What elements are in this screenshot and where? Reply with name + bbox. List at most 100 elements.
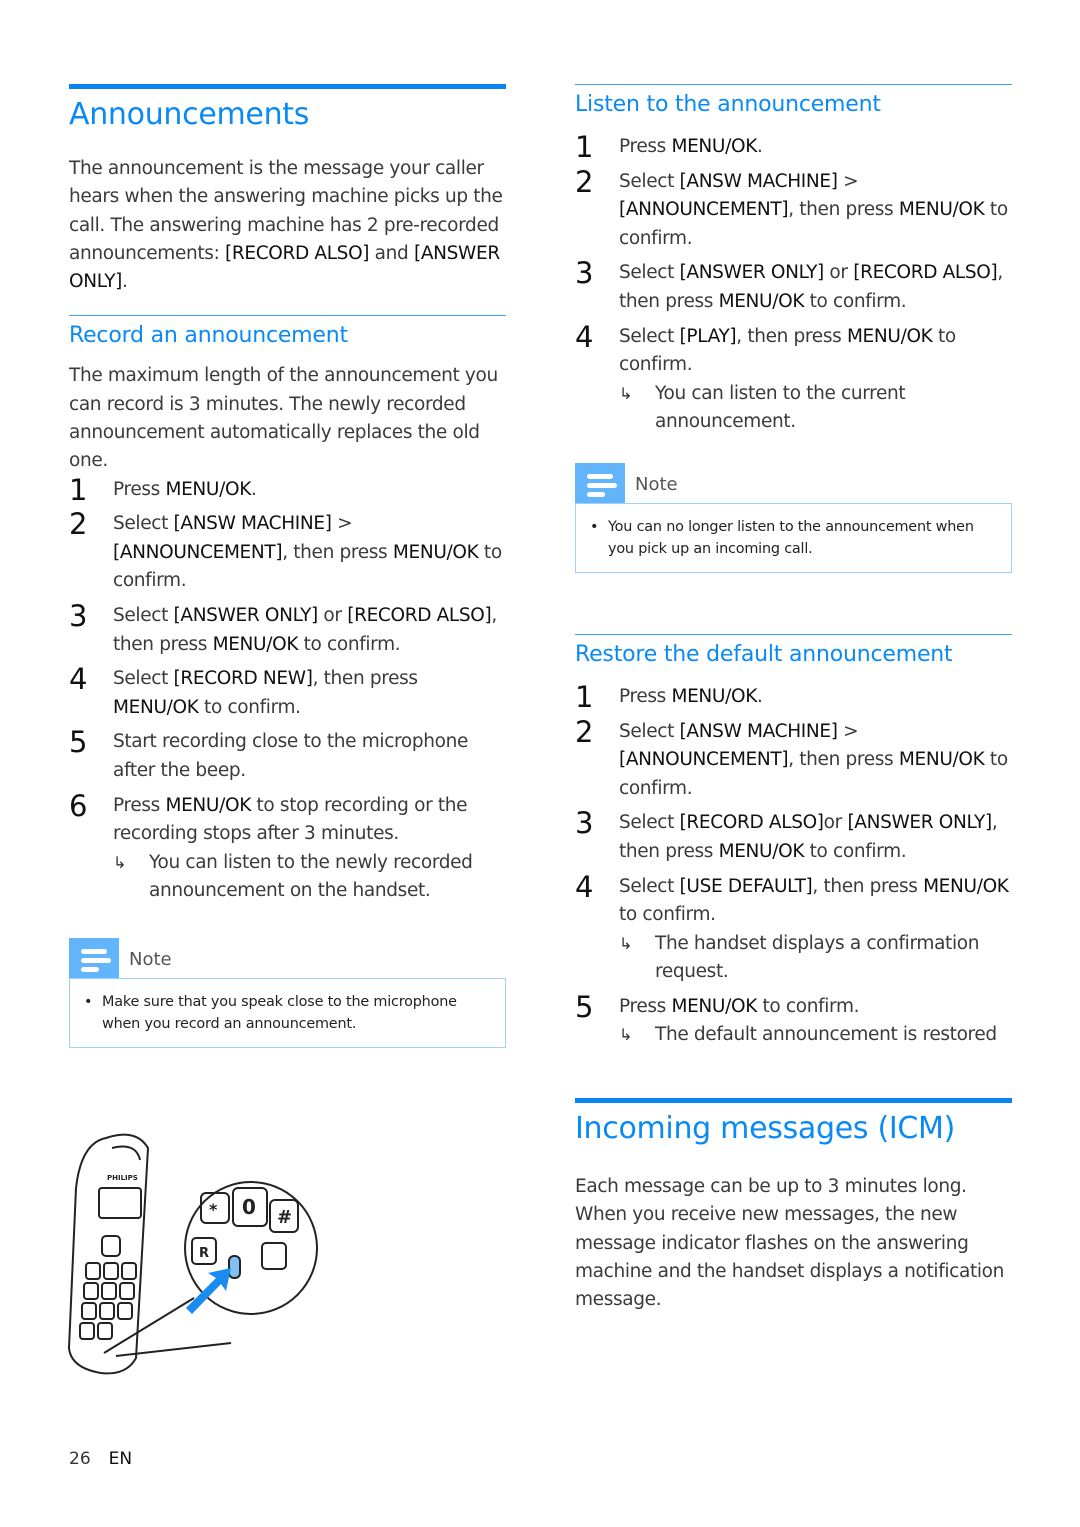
text: > xyxy=(837,720,859,742)
text: to confirm. xyxy=(198,696,301,718)
keyword: [ANNOUNCEMENT] xyxy=(113,541,283,563)
keyword: MENU/OK xyxy=(671,995,757,1017)
announcements-intro: The announcement is the message your cal… xyxy=(69,155,506,296)
keyword: [RECORD ALSO] xyxy=(225,242,370,264)
step-number: 3 xyxy=(575,256,594,291)
result-text: You can listen to the current announceme… xyxy=(655,382,906,433)
right-column: Listen to the announcement 1 Press MENU/O… xyxy=(575,84,1012,1315)
result-text: You can listen to the newly recorded ann… xyxy=(149,851,473,902)
subsection-title-listen: Listen to the announcement xyxy=(575,92,881,117)
keyword: MENU/OK xyxy=(846,325,933,347)
keyword: [RECORD ALSO] xyxy=(853,262,998,284)
step-number: 2 xyxy=(575,164,594,199)
keyword: [PLAY] xyxy=(679,325,737,347)
step-number: 3 xyxy=(69,599,88,634)
text: Start recording close to the microphone … xyxy=(113,731,468,782)
result-arrow-icon: ↳ xyxy=(619,1025,633,1045)
language-code: EN xyxy=(108,1449,133,1469)
subsection-rule xyxy=(575,84,1012,85)
keyword: MENU/OK xyxy=(718,840,805,862)
keyword: MENU/OK xyxy=(392,541,479,563)
section-rule xyxy=(575,1098,1012,1104)
record-steps: 1 Press MENU/OK. 2 Select [ANSW MACHINE] > … xyxy=(69,472,506,906)
keyword: [ANSW MACHINE] xyxy=(679,170,838,192)
listen-steps: 1 Press MENU/OK. 2 Select [ANSW MACHINE] > … xyxy=(575,130,1012,437)
svg-text:#: # xyxy=(277,1207,292,1228)
text: and xyxy=(369,242,414,264)
step-result: ↳ You can listen to the current announcem… xyxy=(619,380,1012,437)
note-box: Make sure that you speak close to the mi… xyxy=(69,977,506,1048)
step-number: 1 xyxy=(69,472,88,507)
step-item: 1 Press MENU/OK. xyxy=(69,472,506,507)
text: . xyxy=(757,136,763,157)
keyword: MENU/OK xyxy=(671,136,757,157)
text: to confirm. xyxy=(298,633,401,655)
keyword: [ANSWER ONLY] xyxy=(679,262,825,284)
result-text: The handset displays a confirmation requ… xyxy=(655,932,980,983)
step-text: Start recording close to the microphone … xyxy=(113,728,506,785)
keyword: [ANSWER ONLY] xyxy=(847,812,992,834)
text: . xyxy=(122,271,128,293)
step-item: 3 Select [ANSWER ONLY] or [RECORD ALSO], … xyxy=(575,256,1012,316)
step-text: Select [ANSW MACHINE] > [ANNOUNCEMENT], … xyxy=(619,168,1012,254)
step-item: 2 Select [ANSW MACHINE] > [ANNOUNCEMENT],… xyxy=(575,714,1012,804)
step-result: ↳ The handset displays a confirmation req… xyxy=(619,930,1012,987)
step-number: 4 xyxy=(69,662,88,697)
svg-text:0: 0 xyxy=(242,1195,256,1219)
text: Press xyxy=(619,995,672,1017)
keyword: MENU/OK xyxy=(165,478,251,500)
step-item: 2 Select [ANSW MACHINE] > [ANNOUNCEMENT],… xyxy=(69,507,506,596)
text: Select xyxy=(113,668,174,690)
step-item: 4 Select [PLAY], then press MENU/OK to co… xyxy=(575,320,1012,437)
brand-label: PHILIPS xyxy=(107,1174,138,1182)
step-text: Press MENU/OK to stop recording or the r… xyxy=(113,792,506,849)
note-record: Note Make sure that you speak close to t… xyxy=(69,937,506,1048)
keyword: [ANSW MACHINE] xyxy=(679,720,838,742)
step-number: 2 xyxy=(575,714,594,749)
section-rule xyxy=(69,84,506,89)
svg-text:*: * xyxy=(209,1200,218,1219)
note-listen: Note You can no longer listen to the ann… xyxy=(575,462,1012,573)
step-item: 5 Press MENU/OK to confirm. ↳ The default a… xyxy=(575,990,1012,1050)
text: or xyxy=(317,605,348,627)
text: Select xyxy=(619,325,680,347)
text: . xyxy=(251,478,257,500)
step-text: Select [ANSW MACHINE] > [ANNOUNCEMENT], … xyxy=(619,718,1012,804)
handset-image: PHILIPS * 0 # R xyxy=(67,1133,318,1375)
step-item: 4 Select [RECORD NEW], then press MENU/OK… xyxy=(69,662,506,722)
record-intro: The maximum length of the announcement y… xyxy=(69,365,498,472)
result-arrow-icon: ↳ xyxy=(113,852,127,872)
keyword: [ANSWER ONLY] xyxy=(173,605,319,627)
text: , then press xyxy=(788,199,899,221)
step-item: 2 Select [ANSW MACHINE] > [ANNOUNCEMENT],… xyxy=(575,164,1012,254)
step-item: 5 Start recording close to the microphone… xyxy=(69,725,506,785)
text: or xyxy=(823,262,854,284)
step-text: Press MENU/OK. xyxy=(619,133,1012,162)
keyword: [ANNOUNCEMENT] xyxy=(619,749,789,771)
keyword: [RECORD ALSO] xyxy=(347,605,492,627)
text: , then press xyxy=(812,875,924,897)
keyword: [ANNOUNCEMENT] xyxy=(619,199,789,221)
page-number: 26 xyxy=(69,1449,91,1469)
section-title-icm: Incoming messages (ICM) xyxy=(575,1111,956,1147)
subsection-rule xyxy=(575,633,1012,635)
text: Press xyxy=(619,685,672,707)
step-text: Press MENU/OK. xyxy=(113,476,506,505)
note-item: You can no longer listen to the announce… xyxy=(590,516,999,560)
text: Select xyxy=(113,605,174,627)
step-number: 3 xyxy=(575,806,594,841)
step-number: 1 xyxy=(575,130,594,164)
step-number: 1 xyxy=(575,679,594,714)
step-text: Press MENU/OK. xyxy=(619,683,1012,712)
step-text: Select [ANSW MACHINE] > [ANNOUNCEMENT], … xyxy=(113,510,506,596)
text: Select xyxy=(619,262,680,284)
step-text: Select [ANSWER ONLY] or [RECORD ALSO], t… xyxy=(113,602,506,659)
note-icon xyxy=(69,937,119,978)
note-label: Note xyxy=(635,473,678,495)
text: , then press xyxy=(312,668,418,690)
note-box: You can no longer listen to the announce… xyxy=(575,502,1012,573)
step-result: ↳ You can listen to the newly recorded an… xyxy=(113,849,506,906)
text: , then press xyxy=(282,541,393,563)
text: Select xyxy=(619,170,680,192)
note-icon xyxy=(575,462,625,503)
